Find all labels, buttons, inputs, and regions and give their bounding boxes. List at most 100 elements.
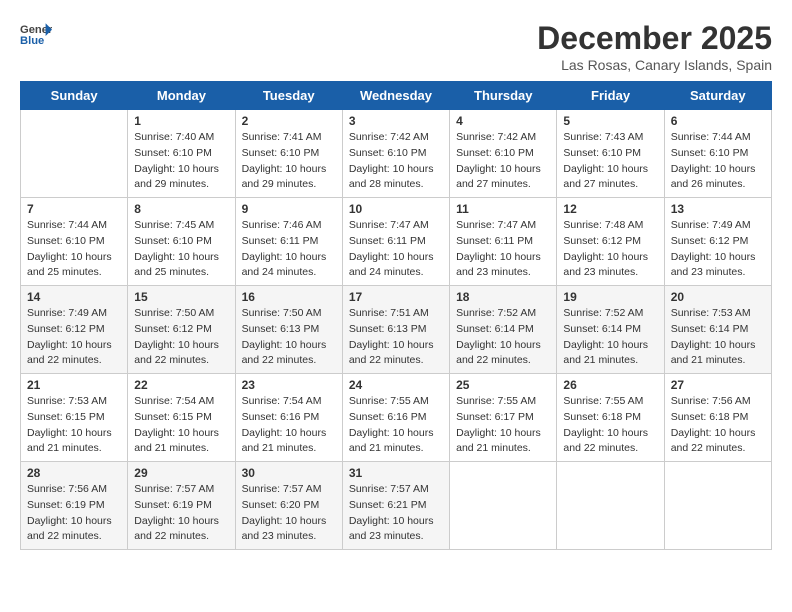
calendar-cell: 6 Sunrise: 7:44 AMSunset: 6:10 PMDaylight… <box>664 110 771 198</box>
day-info: Sunrise: 7:44 AMSunset: 6:10 PMDaylight:… <box>27 218 121 281</box>
day-info: Sunrise: 7:52 AMSunset: 6:14 PMDaylight:… <box>456 306 550 369</box>
weekday-header: Thursday <box>450 82 557 110</box>
day-number: 11 <box>456 202 550 216</box>
calendar-week-row: 21Sunrise: 7:53 AMSunset: 6:15 PMDayligh… <box>21 374 772 462</box>
calendar-cell: 22 Sunrise: 7:54 AMSunset: 6:15 PMDayligh… <box>128 374 235 462</box>
day-number: 5 <box>563 114 657 128</box>
day-info: Sunrise: 7:57 AMSunset: 6:21 PMDaylight:… <box>349 482 443 545</box>
calendar-cell: 20 Sunrise: 7:53 AMSunset: 6:14 PMDayligh… <box>664 286 771 374</box>
calendar-cell: 30 Sunrise: 7:57 AMSunset: 6:20 PMDayligh… <box>235 462 342 550</box>
day-number: 17 <box>349 290 443 304</box>
day-number: 3 <box>349 114 443 128</box>
day-number: 14 <box>27 290 121 304</box>
day-info: Sunrise: 7:55 AMSunset: 6:16 PMDaylight:… <box>349 394 443 457</box>
day-number: 12 <box>563 202 657 216</box>
day-info: Sunrise: 7:45 AMSunset: 6:10 PMDaylight:… <box>134 218 228 281</box>
day-number: 13 <box>671 202 765 216</box>
day-info: Sunrise: 7:53 AMSunset: 6:15 PMDaylight:… <box>27 394 121 457</box>
calendar-cell: 15 Sunrise: 7:50 AMSunset: 6:12 PMDayligh… <box>128 286 235 374</box>
title-section: December 2025 Las Rosas, Canary Islands,… <box>537 20 772 73</box>
day-info: Sunrise: 7:42 AMSunset: 6:10 PMDaylight:… <box>349 130 443 193</box>
day-number: 1 <box>134 114 228 128</box>
calendar-week-row: 14 Sunrise: 7:49 AMSunset: 6:12 PMDayligh… <box>21 286 772 374</box>
day-info: Sunrise: 7:47 AMSunset: 6:11 PMDaylight:… <box>349 218 443 281</box>
calendar-cell: 28 Sunrise: 7:56 AMSunset: 6:19 PMDayligh… <box>21 462 128 550</box>
day-info: Sunrise: 7:49 AMSunset: 6:12 PMDaylight:… <box>27 306 121 369</box>
calendar-cell: 10 Sunrise: 7:47 AMSunset: 6:11 PMDayligh… <box>342 198 449 286</box>
day-info: Sunrise: 7:57 AMSunset: 6:19 PMDaylight:… <box>134 482 228 545</box>
calendar-week-row: 7 Sunrise: 7:44 AMSunset: 6:10 PMDaylight… <box>21 198 772 286</box>
calendar-cell <box>664 462 771 550</box>
calendar-cell <box>557 462 664 550</box>
day-number: 10 <box>349 202 443 216</box>
calendar-cell: 8Sunrise: 7:45 AMSunset: 6:10 PMDaylight… <box>128 198 235 286</box>
day-number: 18 <box>456 290 550 304</box>
calendar-cell: 3 Sunrise: 7:42 AMSunset: 6:10 PMDaylight… <box>342 110 449 198</box>
day-number: 31 <box>349 466 443 480</box>
calendar-cell: 5 Sunrise: 7:43 AMSunset: 6:10 PMDaylight… <box>557 110 664 198</box>
calendar-cell: 9Sunrise: 7:46 AMSunset: 6:11 PMDaylight… <box>235 198 342 286</box>
calendar-week-row: 28 Sunrise: 7:56 AMSunset: 6:19 PMDayligh… <box>21 462 772 550</box>
svg-text:Blue: Blue <box>20 35 44 47</box>
day-number: 15 <box>134 290 228 304</box>
day-number: 20 <box>671 290 765 304</box>
calendar-cell: 19 Sunrise: 7:52 AMSunset: 6:14 PMDayligh… <box>557 286 664 374</box>
calendar-cell <box>450 462 557 550</box>
day-info: Sunrise: 7:50 AMSunset: 6:13 PMDaylight:… <box>242 306 336 369</box>
day-number: 22 <box>134 378 228 392</box>
day-number: 28 <box>27 466 121 480</box>
calendar-cell: 23 Sunrise: 7:54 AMSunset: 6:16 PMDayligh… <box>235 374 342 462</box>
day-number: 16 <box>242 290 336 304</box>
day-number: 19 <box>563 290 657 304</box>
day-info: Sunrise: 7:54 AMSunset: 6:15 PMDaylight:… <box>134 394 228 457</box>
day-info: Sunrise: 7:54 AMSunset: 6:16 PMDaylight:… <box>242 394 336 457</box>
calendar-cell: 31 Sunrise: 7:57 AMSunset: 6:21 PMDayligh… <box>342 462 449 550</box>
day-number: 30 <box>242 466 336 480</box>
calendar-cell: 14 Sunrise: 7:49 AMSunset: 6:12 PMDayligh… <box>21 286 128 374</box>
day-info: Sunrise: 7:56 AMSunset: 6:19 PMDaylight:… <box>27 482 121 545</box>
day-number: 4 <box>456 114 550 128</box>
calendar-cell: 16 Sunrise: 7:50 AMSunset: 6:13 PMDayligh… <box>235 286 342 374</box>
weekday-header-row: SundayMondayTuesdayWednesdayThursdayFrid… <box>21 82 772 110</box>
day-info: Sunrise: 7:55 AMSunset: 6:17 PMDaylight:… <box>456 394 550 457</box>
calendar-week-row: 1Sunrise: 7:40 AMSunset: 6:10 PMDaylight… <box>21 110 772 198</box>
calendar-cell: 1Sunrise: 7:40 AMSunset: 6:10 PMDaylight… <box>128 110 235 198</box>
calendar-cell: 7 Sunrise: 7:44 AMSunset: 6:10 PMDaylight… <box>21 198 128 286</box>
day-info: Sunrise: 7:48 AMSunset: 6:12 PMDaylight:… <box>563 218 657 281</box>
weekday-header: Sunday <box>21 82 128 110</box>
day-info: Sunrise: 7:52 AMSunset: 6:14 PMDaylight:… <box>563 306 657 369</box>
day-info: Sunrise: 7:47 AMSunset: 6:11 PMDaylight:… <box>456 218 550 281</box>
day-number: 26 <box>563 378 657 392</box>
day-info: Sunrise: 7:50 AMSunset: 6:12 PMDaylight:… <box>134 306 228 369</box>
day-info: Sunrise: 7:53 AMSunset: 6:14 PMDaylight:… <box>671 306 765 369</box>
day-info: Sunrise: 7:51 AMSunset: 6:13 PMDaylight:… <box>349 306 443 369</box>
calendar-cell: 12 Sunrise: 7:48 AMSunset: 6:12 PMDayligh… <box>557 198 664 286</box>
header: General Blue December 2025 Las Rosas, Ca… <box>20 20 772 73</box>
calendar-cell: 13 Sunrise: 7:49 AMSunset: 6:12 PMDayligh… <box>664 198 771 286</box>
day-info: Sunrise: 7:56 AMSunset: 6:18 PMDaylight:… <box>671 394 765 457</box>
day-number: 29 <box>134 466 228 480</box>
weekday-header: Tuesday <box>235 82 342 110</box>
day-number: 7 <box>27 202 121 216</box>
day-number: 6 <box>671 114 765 128</box>
day-info: Sunrise: 7:55 AMSunset: 6:18 PMDaylight:… <box>563 394 657 457</box>
day-info: Sunrise: 7:43 AMSunset: 6:10 PMDaylight:… <box>563 130 657 193</box>
calendar-table: SundayMondayTuesdayWednesdayThursdayFrid… <box>20 81 772 550</box>
calendar-cell <box>21 110 128 198</box>
calendar-cell: 11 Sunrise: 7:47 AMSunset: 6:11 PMDayligh… <box>450 198 557 286</box>
calendar-cell: 25Sunrise: 7:55 AMSunset: 6:17 PMDayligh… <box>450 374 557 462</box>
day-number: 2 <box>242 114 336 128</box>
calendar-cell: 26 Sunrise: 7:55 AMSunset: 6:18 PMDayligh… <box>557 374 664 462</box>
day-info: Sunrise: 7:49 AMSunset: 6:12 PMDaylight:… <box>671 218 765 281</box>
day-info: Sunrise: 7:57 AMSunset: 6:20 PMDaylight:… <box>242 482 336 545</box>
logo-icon: General Blue <box>20 20 52 48</box>
day-info: Sunrise: 7:44 AMSunset: 6:10 PMDaylight:… <box>671 130 765 193</box>
location-subtitle: Las Rosas, Canary Islands, Spain <box>537 57 772 73</box>
day-number: 27 <box>671 378 765 392</box>
weekday-header: Wednesday <box>342 82 449 110</box>
weekday-header: Monday <box>128 82 235 110</box>
day-number: 23 <box>242 378 336 392</box>
day-number: 24 <box>349 378 443 392</box>
calendar-cell: 21Sunrise: 7:53 AMSunset: 6:15 PMDayligh… <box>21 374 128 462</box>
calendar-cell: 17 Sunrise: 7:51 AMSunset: 6:13 PMDayligh… <box>342 286 449 374</box>
